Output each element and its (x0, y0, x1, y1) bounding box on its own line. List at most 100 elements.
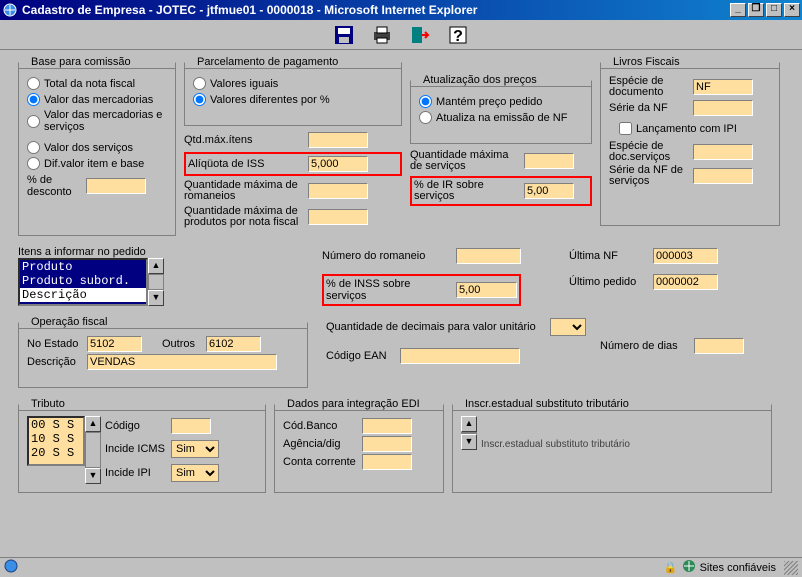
lbl-valores-dif: Valores diferentes por % (210, 94, 330, 106)
radio-dif-valor[interactable] (27, 157, 40, 170)
tributo-listbox[interactable]: 00 S S 10 S S 20 S S (27, 416, 85, 466)
status-text: Sites confiáveis (700, 562, 776, 574)
livros-legend: Livros Fiscais (609, 56, 684, 68)
inscr-legend: Inscr.estadual substituto tributário (461, 398, 633, 410)
radio-mantem-preco[interactable] (419, 95, 432, 108)
num-romaneio-input[interactable] (456, 248, 521, 264)
radio-valor-serv[interactable] (27, 141, 40, 154)
scroll-up-button[interactable]: ▲ (85, 416, 101, 432)
ultimo-pedido-label: Último pedido (569, 276, 649, 288)
codigo-input[interactable] (171, 418, 211, 434)
inss-label: % de INSS sobre serviços (326, 278, 452, 302)
inss-input[interactable] (456, 282, 517, 298)
pir-serv-input[interactable] (524, 183, 574, 199)
especie-doc-label: Espécie de documento (609, 76, 689, 98)
statusbar: 🔒 Sites confiáveis (0, 557, 802, 577)
minimize-button[interactable]: _ (730, 3, 746, 17)
codean-input[interactable] (400, 348, 520, 364)
list-item[interactable]: 10 S S (29, 432, 83, 446)
base-comissao-group: Base para comissão Total da nota fiscal … (18, 56, 176, 236)
incide-icms-select[interactable]: Sim (171, 440, 219, 458)
scroll-down-button[interactable]: ▼ (461, 434, 477, 450)
serie-nf-input[interactable] (693, 100, 753, 116)
qtd-max-rom-input[interactable] (308, 183, 368, 199)
radio-valor-merc[interactable] (27, 93, 40, 106)
outros-label: Outros (162, 338, 202, 350)
scroll-up-button[interactable]: ▲ (148, 258, 164, 274)
serie-nf-serv-input[interactable] (693, 168, 753, 184)
conta-input[interactable] (362, 454, 412, 470)
no-estado-label: No Estado (27, 338, 83, 350)
cod-banco-input[interactable] (362, 418, 412, 434)
cod-banco-label: Cód.Banco (283, 420, 358, 432)
help-icon[interactable]: ? (445, 23, 471, 47)
close-button[interactable]: × (784, 3, 800, 17)
qtd-max-prod-input[interactable] (308, 209, 368, 225)
lbl-mantem-preco: Mantém preço pedido (436, 96, 542, 108)
aliquota-iss-label: Alíqüota de ISS (188, 158, 304, 170)
qtd-max-itens-label: Qtd.máx.ítens (184, 134, 304, 146)
pct-desconto-input[interactable] (86, 178, 146, 194)
window-title: Cadastro de Empresa - JOTEC - jtfmue01 -… (22, 3, 477, 17)
radio-valores-iguais[interactable] (193, 77, 206, 90)
outros-input[interactable] (206, 336, 261, 352)
lbl-dif-valor: Dif.valor item e base (44, 158, 144, 170)
incide-ipi-label: Incide IPI (105, 467, 167, 479)
list-item[interactable]: Produto subord. (20, 274, 146, 288)
lancamento-ipi-checkbox[interactable] (619, 122, 632, 135)
list-item[interactable]: 00 S S (29, 418, 83, 432)
aliquota-iss-input[interactable] (308, 156, 368, 172)
pct-desconto-label: % de desconto (27, 174, 82, 198)
ultima-nf-label: Última NF (569, 250, 649, 262)
radio-valor-merc-serv[interactable] (27, 115, 40, 128)
numdias-label: Número de dias (600, 340, 690, 352)
qmax-serv-input[interactable] (524, 153, 574, 169)
print-icon[interactable] (369, 23, 395, 47)
list-item[interactable]: Descrição (20, 288, 146, 302)
tributo-legend: Tributo (27, 398, 69, 410)
no-estado-input[interactable] (87, 336, 142, 352)
itens-pedido-legend: Itens a informar no pedido (18, 246, 164, 258)
lbl-atualiza-emissao: Atualiza na emissão de NF (436, 112, 567, 124)
lbl-total-nf: Total da nota fiscal (44, 78, 135, 90)
qtd-max-rom-label: Quantidade máxima de romaneios (184, 180, 304, 202)
svg-text:?: ? (453, 28, 463, 45)
ultimo-pedido-input[interactable] (653, 274, 718, 290)
resize-grip[interactable] (784, 561, 798, 575)
parcelamento-group: Parcelamento de pagamento Valores iguais… (184, 56, 402, 126)
list-item[interactable]: Produto (20, 260, 146, 274)
exit-icon[interactable] (407, 23, 433, 47)
especie-doc-input[interactable] (693, 79, 753, 95)
parcelamento-legend: Parcelamento de pagamento (193, 56, 342, 68)
toolbar: ? (0, 20, 802, 50)
incide-ipi-select[interactable]: Sim (171, 464, 219, 482)
numdias-input[interactable] (694, 338, 744, 354)
inscr-group: Inscr.estadual substituto tributário ▲ ▼… (452, 398, 772, 493)
itens-pedido-listbox[interactable]: Produto Produto subord. Descrição (18, 258, 148, 306)
atualizacao-group: Atualização dos preços Mantém preço pedi… (410, 74, 592, 144)
atualizacao-legend: Atualização dos preços (419, 74, 541, 86)
tributo-group: Tributo 00 S S 10 S S 20 S S ▲ ▼ Código (18, 398, 266, 493)
ultima-nf-input[interactable] (653, 248, 718, 264)
scroll-up-button[interactable]: ▲ (461, 416, 477, 432)
qdec-select[interactable] (550, 318, 586, 336)
opfiscal-group: Operação fiscal No Estado Outros Descriç… (18, 316, 308, 388)
conta-label: Conta corrente (283, 456, 358, 468)
serie-nf-serv-label: Série da NF de serviços (609, 165, 689, 187)
lbl-valor-merc-serv: Valor das mercadorias e serviços (44, 109, 167, 133)
descricao-input[interactable] (87, 354, 277, 370)
radio-valores-dif[interactable] (193, 93, 206, 106)
radio-total-nf[interactable] (27, 77, 40, 90)
scroll-down-button[interactable]: ▼ (85, 468, 101, 484)
agencia-input[interactable] (362, 436, 412, 452)
list-item[interactable]: 20 S S (29, 446, 83, 460)
qmax-serv-label: Quantidade máxima de serviços (410, 150, 520, 172)
save-icon[interactable] (331, 23, 357, 47)
qtd-max-itens-input[interactable] (308, 132, 368, 148)
codigo-label: Código (105, 420, 167, 432)
especie-doc-serv-input[interactable] (693, 144, 753, 160)
restore-button[interactable]: ❐ (748, 3, 764, 17)
scroll-down-button[interactable]: ▼ (148, 290, 164, 306)
radio-atualiza-emissao[interactable] (419, 111, 432, 124)
maximize-button[interactable]: □ (766, 3, 782, 17)
